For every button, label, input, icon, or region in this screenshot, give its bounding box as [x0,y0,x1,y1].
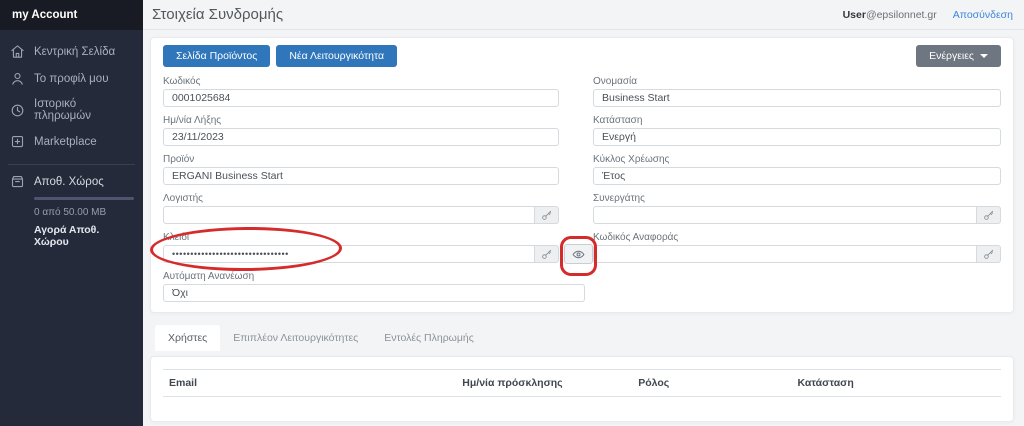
reference-code-label: Κωδικός Αναφοράς [593,232,679,243]
sidebar-nav: Κεντρική Σελίδα Το προφίλ μου Ιστορικό π… [0,30,143,155]
storage-progress-bar [34,197,134,200]
storage-label: Αποθ. Χώρος [34,175,104,188]
sidebar-item-label: Marketplace [34,135,97,148]
reveal-key-button[interactable] [564,244,593,264]
reference-code-input[interactable] [593,245,977,263]
sidebar-divider [8,164,135,165]
key-label: Κλειδί [163,232,190,243]
storage-section: Αποθ. Χώρος 0 από 50.00 MB Αγορά Αποθ. Χ… [0,172,143,250]
users-table-header-row: Email Ημ/νία πρόσκλησης Ρόλος Κατάσταση [163,369,1001,397]
eye-icon [572,250,585,258]
col-email: Email [163,369,457,397]
sidebar-item-label: Το προφίλ μου [34,72,109,85]
status-input[interactable] [593,128,1001,146]
field-partner: Συνεργάτης [593,193,1001,224]
name-input[interactable] [593,89,1001,107]
key-icon [984,210,994,220]
field-code: Κωδικός [163,76,559,107]
caret-down-icon [980,54,988,58]
field-key: Κλειδί [149,226,597,276]
field-accountant: Λογιστής [163,193,559,224]
status-label: Κατάσταση [593,115,643,126]
tab-users[interactable]: Χρήστες [155,325,221,351]
field-product: Προϊόν [163,154,559,185]
key-key-button[interactable] [535,245,559,263]
user-name: User [842,8,866,21]
storage-usage-text: 0 από 50.00 MB [34,207,107,218]
code-label: Κωδικός [163,76,201,87]
user-icon [10,71,25,86]
partner-label: Συνεργάτης [593,193,645,204]
col-invite-date: Ημ/νία πρόσκλησης [456,369,633,397]
home-icon [10,44,25,59]
new-feature-button[interactable]: Νέα Λειτουργικότητα [276,45,398,67]
key-icon [984,249,994,259]
tab-payment-orders[interactable]: Εντολές Πληρωμής [371,325,487,351]
sidebar-item-label: Ιστορικό πληρωμών [34,98,91,122]
buy-storage-link[interactable]: Αγορά Αποθ. Χώρου [34,224,133,248]
expiry-input[interactable] [163,128,559,146]
sidebar-item-home[interactable]: Κεντρική Σελίδα [0,38,143,65]
history-icon [10,103,25,118]
field-billing-cycle: Κύκλος Χρέωσης [593,154,1001,185]
product-input[interactable] [163,167,559,185]
tab-extra-features[interactable]: Επιπλέον Λειτουργικότητες [220,325,371,351]
accountant-label: Λογιστής [163,193,203,204]
expiry-label: Ημ/νία Λήξης [163,115,222,126]
field-name: Ονομασία [593,76,1001,107]
product-label: Προϊόν [163,154,195,165]
sidebar-item-marketplace[interactable]: Marketplace [0,128,143,155]
logout-link[interactable]: Αποσύνδεση [953,9,1013,21]
field-reference-code: Κωδικός Αναφοράς [593,232,1001,263]
storage-icon [10,174,25,189]
accountant-key-button[interactable] [535,206,559,224]
subscription-details-card: Σελίδα Προϊόντος Νέα Λειτουργικότητα Ενέ… [149,37,1014,313]
app-brand: my Account [0,0,143,30]
name-label: Ονομασία [593,76,638,87]
subscription-form: Κωδικός Ημ/νία Λήξης Προϊόν Λογιστής [149,76,1001,310]
sidebar-item-label: Κεντρική Σελίδα [34,45,116,58]
partner-key-button[interactable] [977,206,1001,224]
marketplace-icon [10,134,25,149]
sidebar: my Account Κεντρική Σελίδα Το προφίλ μου… [0,0,143,426]
product-page-button[interactable]: Σελίδα Προϊόντος [163,45,271,67]
col-role: Ρόλος [632,369,792,397]
reference-code-key-button[interactable] [977,245,1001,263]
col-status: Κατάσταση [791,369,1001,397]
page-title: Στοιχεία Συνδρομής [152,6,284,23]
users-table: Email Ημ/νία πρόσκλησης Ρόλος Κατάσταση [163,369,1001,397]
billing-cycle-input[interactable] [593,167,1001,185]
accountant-input[interactable] [163,206,535,224]
users-tab-card: Email Ημ/νία πρόσκλησης Ρόλος Κατάσταση [150,356,1014,422]
sidebar-item-payment-history[interactable]: Ιστορικό πληρωμών [0,92,143,128]
topbar: Στοιχεία Συνδρομής User@epsilonnet.gr Απ… [143,0,1024,30]
sidebar-item-storage[interactable]: Αποθ. Χώρος [10,174,133,189]
detail-tabs: Χρήστες Επιπλέον Λειτουργικότητες Εντολέ… [150,325,1014,351]
key-icon [542,249,552,259]
actions-button[interactable]: Ενέργειες [916,45,1001,67]
field-status: Κατάσταση [593,115,1001,146]
code-input[interactable] [163,89,559,107]
key-input[interactable] [163,245,535,263]
field-expiry: Ημ/νία Λήξης [163,115,559,146]
key-icon [542,210,552,220]
auto-renew-label: Αυτόματη Ανανέωση [163,271,255,282]
field-auto-renew: Αυτόματη Ανανέωση [163,271,585,302]
main-area: Στοιχεία Συνδρομής User@epsilonnet.gr Απ… [143,0,1024,426]
auto-renew-input[interactable] [163,284,585,302]
sidebar-item-profile[interactable]: Το προφίλ μου [0,65,143,92]
toolbar: Σελίδα Προϊόντος Νέα Λειτουργικότητα Ενέ… [163,45,1001,76]
partner-input[interactable] [593,206,977,224]
billing-cycle-label: Κύκλος Χρέωσης [593,154,670,165]
user-domain: @epsilonnet.gr [865,8,937,21]
user-email: User@epsilonnet.gr [843,9,937,21]
